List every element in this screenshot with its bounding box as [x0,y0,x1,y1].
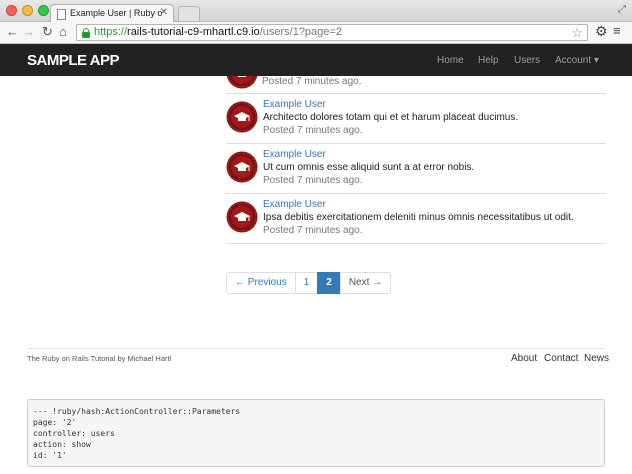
micropost-content: Ut cum omnis esse aliquid sunt a at erro… [263,162,475,173]
pagination-page-2-current: 2 [317,272,341,294]
footer-about-link[interactable]: About [511,353,537,364]
author-link[interactable]: Michael Hartl [127,354,171,363]
home-icon[interactable]: ⌂ [59,24,67,40]
footer-divider [27,348,605,349]
micropost-timestamp: Posted 7 minutes ago. [263,225,363,236]
forward-icon[interactable]: → [22,24,35,40]
logo[interactable]: SAMPLE APP [27,52,119,69]
tab-close-icon[interactable]: ✕ [160,7,168,18]
address-bar[interactable]: https://rails-tutorial-c9-mhartl.c9.io/u… [76,24,588,41]
new-tab-button[interactable] [178,6,200,21]
micropost-user-link[interactable]: Example User [263,149,326,160]
lock-icon [82,28,90,38]
micropost: Example User Ipsa debitis exercitationem… [226,194,606,244]
pagination: ← Previous 1 2 Next → [226,272,392,294]
tab-title: Example User | Ruby on Ra [70,8,162,18]
micropost-content: Architecto dolores totam qui et et harum… [263,112,519,123]
nav-users[interactable]: Users [514,55,540,66]
footer-credit: The Ruby on Rails Tutorial by Michael Ha… [27,354,172,363]
nav-help[interactable]: Help [478,55,499,66]
micropost-partial: Posted 7 minutes ago. [226,76,606,94]
minimize-window-button[interactable] [22,5,33,16]
footer-contact-link[interactable]: Contact [544,353,578,364]
gear-icon[interactable]: ⚙ [595,23,608,40]
micropost-user-link[interactable]: Example User [263,99,326,110]
debug-params: --- !ruby/hash:ActionController::Paramet… [27,399,605,467]
micropost: Example User Ut cum omnis esse aliquid s… [226,144,606,194]
browser-toolbar: ← → ↻ ⌂ https://rails-tutorial-c9-mhartl… [0,22,632,44]
avatar[interactable] [228,103,256,131]
back-icon[interactable]: ← [6,24,19,40]
close-window-button[interactable] [6,5,17,16]
bookmark-star-icon[interactable]: ☆ [571,25,583,41]
avatar[interactable] [228,76,256,87]
browser-tab[interactable]: Example User | Ruby on Ra ✕ [50,4,174,23]
micropost-timestamp: Posted 7 minutes ago. [262,76,362,87]
app-navbar: SAMPLE APP Home Help Users Account ▾ [0,44,632,76]
page-icon [57,9,66,20]
pagination-previous[interactable]: ← Previous [226,272,296,294]
nav-home[interactable]: Home [437,55,464,66]
url-text: https://rails-tutorial-c9-mhartl.c9.io/u… [94,26,342,38]
pagination-next[interactable]: Next → [339,272,392,294]
browser-titlebar: Example User | Ruby on Ra ✕ ⤢ [0,0,632,23]
micropost: Example User Architecto dolores totam qu… [226,94,606,144]
micropost-user-link[interactable]: Example User [263,199,326,210]
reload-icon[interactable]: ↻ [42,24,53,40]
avatar[interactable] [228,203,256,231]
micropost-content: Ipsa debitis exercitationem deleniti min… [263,212,574,223]
footer-news-link[interactable]: News [584,353,609,364]
menu-icon[interactable]: ≡ [613,23,621,38]
pagination-page-1[interactable]: 1 [294,272,319,294]
micropost-timestamp: Posted 7 minutes ago. [263,175,363,186]
avatar[interactable] [228,153,256,181]
micropost-timestamp: Posted 7 minutes ago. [263,125,363,136]
nav-account-dropdown[interactable]: Account ▾ [555,55,599,66]
rails-tutorial-link[interactable]: Ruby on Rails Tutorial [42,354,115,363]
zoom-window-button[interactable] [38,5,49,16]
fullscreen-icon[interactable]: ⤢ [618,4,626,15]
